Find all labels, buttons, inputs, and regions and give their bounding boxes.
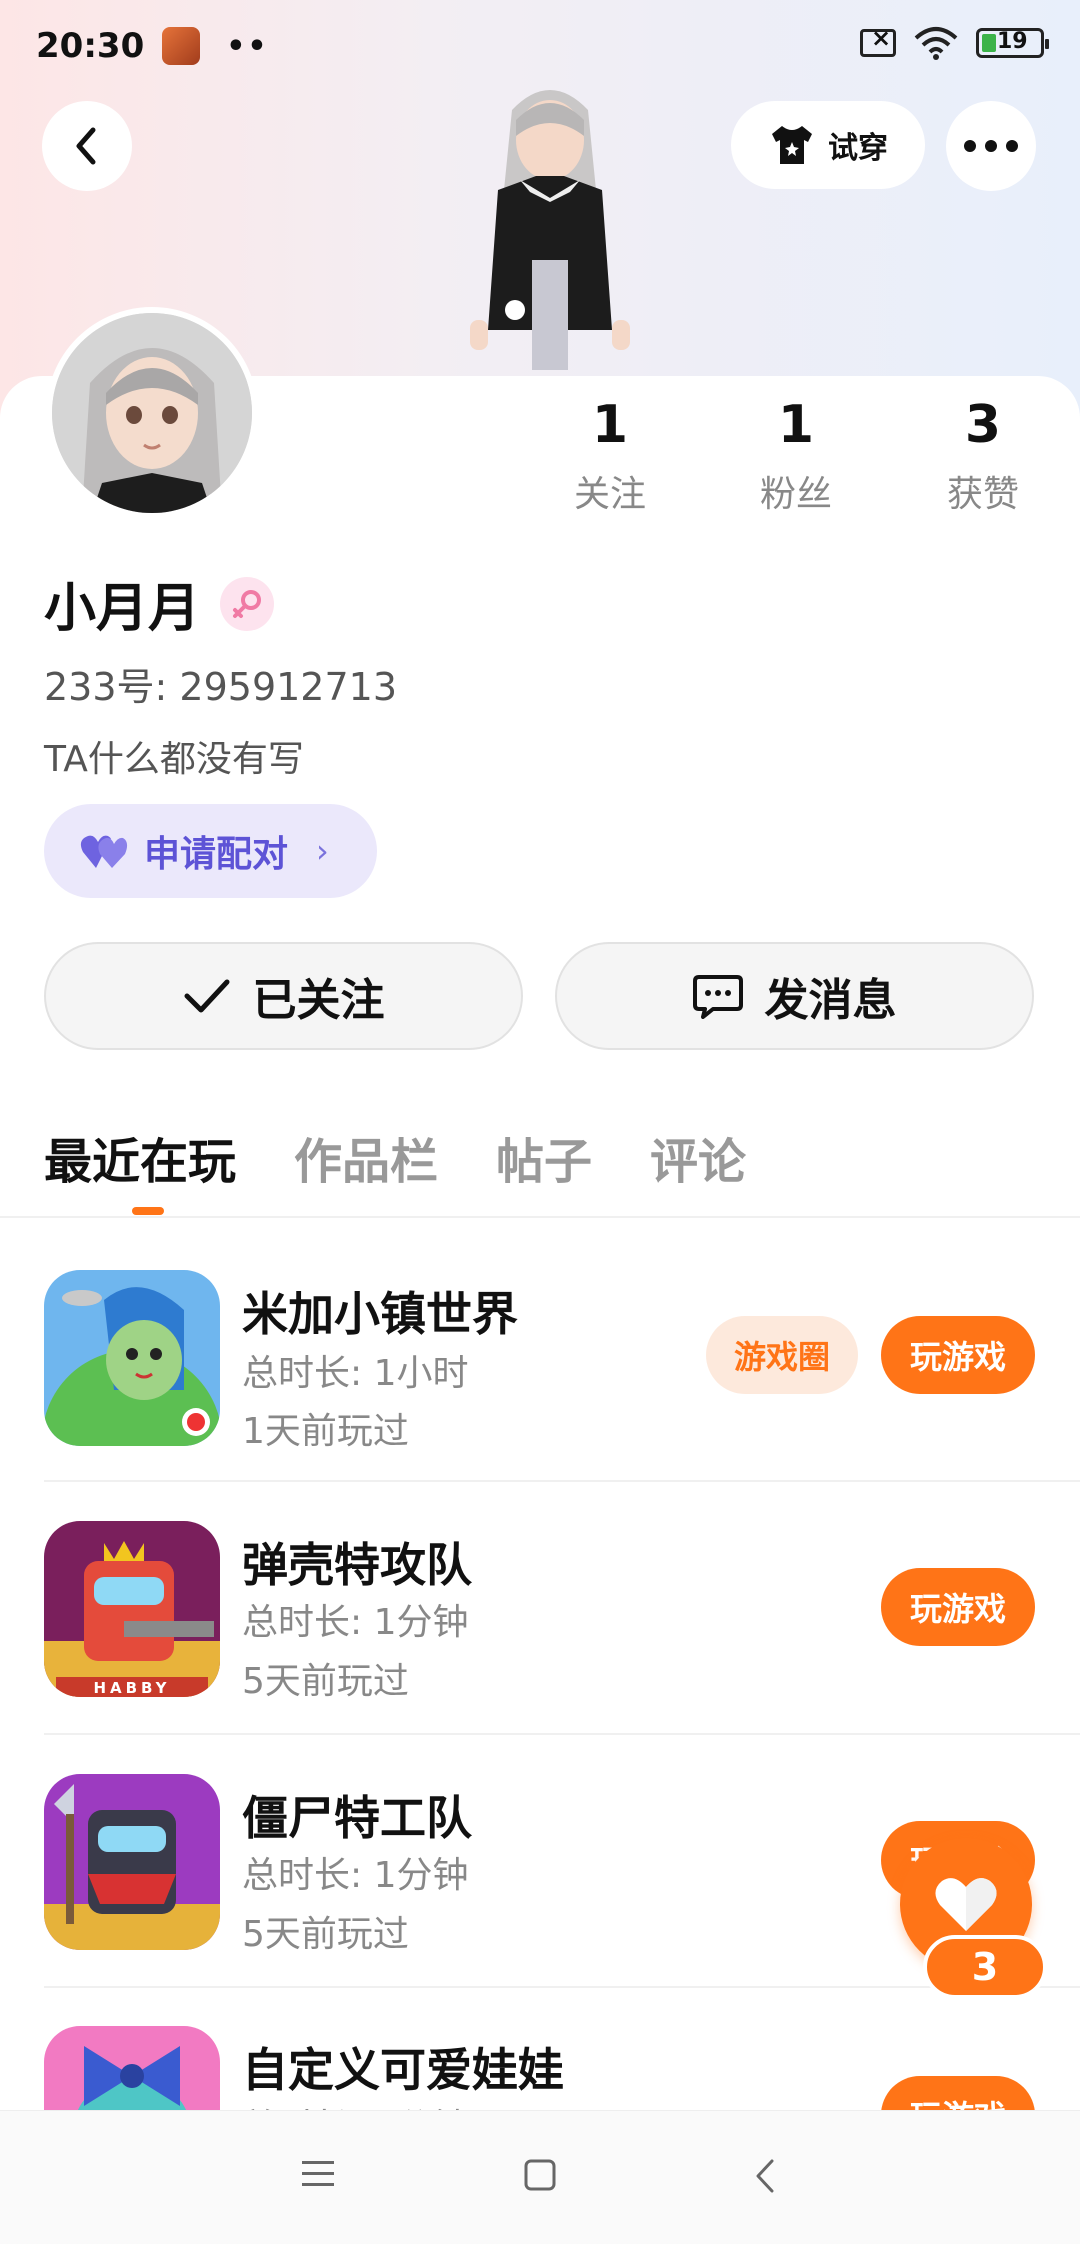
game-title: 米加小镇世界 bbox=[242, 1287, 518, 1341]
checkmark-icon bbox=[184, 979, 229, 1013]
game-icon-zombie-squad bbox=[44, 1774, 220, 1950]
status-time: 20:30 bbox=[36, 26, 145, 66]
home-square-icon[interactable] bbox=[522, 2157, 558, 2193]
shirt-icon bbox=[772, 126, 812, 164]
system-navigation-bar bbox=[0, 2110, 1080, 2244]
following-button[interactable]: 已关注 bbox=[44, 942, 523, 1050]
game-duration: 总时长: 1分钟 bbox=[242, 1855, 469, 1896]
game-last-played: 5天前玩过 bbox=[242, 1661, 409, 1702]
send-message-button[interactable]: 发消息 bbox=[555, 942, 1034, 1050]
battery-icon: 19 bbox=[976, 28, 1049, 58]
try-on-label: 试穿 bbox=[828, 131, 888, 166]
profile-stats: 1 关注 1 粉丝 3 获赞 bbox=[540, 395, 1080, 525]
active-tab-indicator bbox=[132, 1207, 164, 1215]
like-count-badge: 3 bbox=[923, 1935, 1047, 1999]
back-arrow-icon bbox=[76, 127, 96, 165]
profile-name-row: 小月月 bbox=[44, 566, 275, 641]
game-icon-cute-doll bbox=[44, 2026, 220, 2110]
more-options-button[interactable] bbox=[946, 101, 1036, 191]
game-icon-survivor: HABBY bbox=[44, 1521, 220, 1697]
profile-avatar[interactable] bbox=[46, 307, 258, 519]
double-heart-icon bbox=[80, 835, 128, 868]
list-divider bbox=[44, 1480, 1080, 1482]
play-game-button[interactable]: 玩游戏 bbox=[881, 1568, 1035, 1646]
game-list-item[interactable]: 自定义可爱娃娃 总时长: 1分钟 玩游戏 bbox=[0, 2018, 1080, 2110]
list-divider bbox=[44, 1733, 1080, 1735]
send-message-label: 发消息 bbox=[764, 975, 897, 1026]
following-label: 关注 bbox=[573, 474, 646, 515]
tab-comments[interactable]: 评论 bbox=[650, 1122, 746, 1192]
more-dots-icon bbox=[964, 140, 1018, 152]
game-title: 僵尸特工队 bbox=[242, 1791, 472, 1845]
following-button-label: 已关注 bbox=[252, 975, 385, 1026]
request-pair-label: 申请配对 bbox=[144, 834, 289, 875]
profile-bio: TA什么都没有写 bbox=[44, 739, 304, 780]
menu-icon[interactable] bbox=[298, 2157, 338, 2191]
likes-label: 获赞 bbox=[946, 474, 1019, 515]
game-duration: 总时长: 1小时 bbox=[242, 1353, 469, 1394]
no-sim-icon bbox=[860, 24, 896, 57]
battery-level: 19 bbox=[997, 29, 1028, 54]
play-game-button[interactable]: 玩游戏 bbox=[881, 1316, 1035, 1394]
stat-likes[interactable]: 3 获赞 bbox=[913, 395, 1053, 517]
followers-label: 粉丝 bbox=[759, 474, 832, 515]
tab-works[interactable]: 作品栏 bbox=[294, 1122, 438, 1192]
tabs-divider bbox=[0, 1216, 1080, 1218]
game-icon-miga-town bbox=[44, 1270, 220, 1446]
request-pair-button[interactable]: 申请配对 › bbox=[44, 804, 377, 898]
followers-count: 1 bbox=[777, 395, 815, 455]
chevron-right-icon: › bbox=[316, 832, 329, 870]
heart-icon bbox=[935, 1878, 997, 1931]
back-button[interactable] bbox=[42, 101, 132, 191]
tab-recently-played[interactable]: 最近在玩 bbox=[44, 1122, 236, 1192]
stat-following[interactable]: 1 关注 bbox=[540, 395, 680, 517]
status-indicators: 19 bbox=[860, 24, 1049, 60]
status-bar: 20:30 •• 19 bbox=[0, 0, 1080, 92]
likes-count: 3 bbox=[964, 395, 1002, 455]
status-more-dots: •• bbox=[226, 28, 269, 64]
stat-followers[interactable]: 1 粉丝 bbox=[726, 395, 866, 517]
profile-tabs: 最近在玩 作品栏 帖子 评论 bbox=[44, 1122, 746, 1192]
game-circle-button[interactable]: 游戏圈 bbox=[706, 1316, 858, 1394]
game-icon-brand-text: HABBY bbox=[93, 1679, 170, 1697]
following-count: 1 bbox=[591, 395, 629, 455]
game-list-item[interactable]: HABBY 弹壳特攻队 总时长: 1分钟 5天前玩过 玩游戏 bbox=[0, 1513, 1080, 1763]
profile-name: 小月月 bbox=[44, 579, 201, 639]
profile-uid: 233号: 295912713 bbox=[44, 665, 398, 709]
game-duration: 总时长: 1分钟 bbox=[242, 1602, 469, 1643]
game-title: 自定义可爱娃娃 bbox=[242, 2043, 564, 2097]
try-on-button[interactable]: 试穿 bbox=[731, 101, 925, 189]
game-title: 弹壳特攻队 bbox=[242, 1538, 472, 1592]
chat-bubble-icon bbox=[692, 975, 743, 1019]
wifi-icon bbox=[914, 27, 958, 60]
nav-back-icon[interactable] bbox=[752, 2157, 778, 2195]
game-list-item[interactable]: 米加小镇世界 总时长: 1小时 1天前玩过 游戏圈 玩游戏 bbox=[0, 1260, 1080, 1510]
avatar-3d-character-image bbox=[470, 90, 630, 370]
game-last-played: 1天前玩过 bbox=[242, 1411, 409, 1452]
avatar-portrait-image bbox=[52, 313, 252, 513]
game-last-played: 5天前玩过 bbox=[242, 1914, 409, 1955]
notification-app-icon bbox=[162, 27, 201, 65]
game-duration: 总时长: 1分钟 bbox=[242, 2098, 468, 2110]
list-divider bbox=[44, 1986, 1080, 1988]
female-gender-icon bbox=[220, 576, 275, 631]
play-game-button[interactable]: 玩游戏 bbox=[881, 2076, 1035, 2110]
tab-posts[interactable]: 帖子 bbox=[496, 1122, 592, 1192]
